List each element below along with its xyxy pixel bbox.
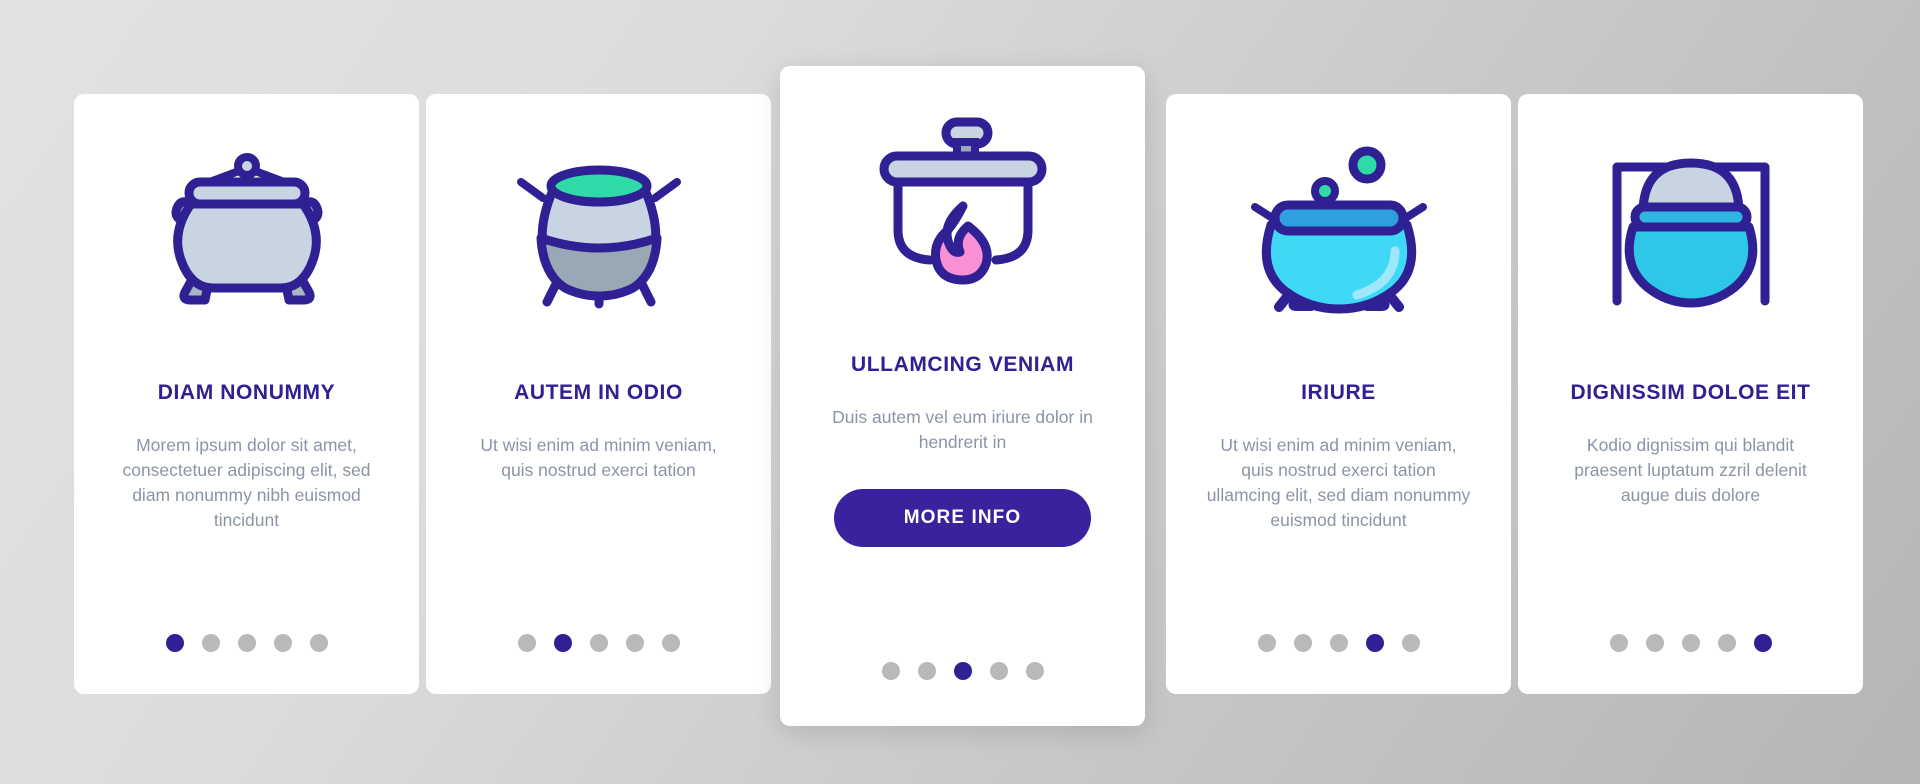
- pagination-dots[interactable]: [1518, 634, 1863, 652]
- card-title: ULLAMCING VENIAM: [850, 353, 1075, 376]
- pagination-dot[interactable]: [165, 634, 184, 652]
- pagination-dot[interactable]: [989, 662, 1008, 680]
- card-description: Duis autem vel eum iriure dolor in hendr…: [832, 407, 1093, 453]
- onboarding-card-1[interactable]: DIAM NONUMMY Morem ipsum dolor sit amet,…: [74, 94, 419, 694]
- card-description: Ut wisi enim ad minim veniam, quis nostr…: [480, 435, 717, 481]
- pagination-dot[interactable]: [1025, 662, 1044, 680]
- onboarding-card-5[interactable]: DIGNISSIM DOLOE EIT Kodio dignissim qui …: [1518, 94, 1863, 694]
- card-description: Ut wisi enim ad minim veniam, quis nostr…: [1206, 435, 1471, 530]
- more-info-button[interactable]: MORE INFO: [834, 488, 1091, 547]
- pagination-dots[interactable]: [1166, 634, 1511, 652]
- pagination-dot[interactable]: [881, 662, 900, 680]
- pagination-dot[interactable]: [1609, 634, 1628, 652]
- pagination-dot[interactable]: [553, 634, 572, 652]
- pagination-dot[interactable]: [661, 634, 680, 652]
- card-description: Kodio dignissim qui blandit praesent lup…: [1574, 435, 1807, 505]
- pagination-dot[interactable]: [1365, 634, 1384, 652]
- pagination-dots[interactable]: [74, 634, 419, 652]
- pagination-dot[interactable]: [1293, 634, 1312, 652]
- pagination-dot[interactable]: [625, 634, 644, 652]
- pagination-dot[interactable]: [273, 634, 292, 652]
- card-title: AUTEM IN ODIO: [514, 381, 683, 404]
- pagination-dot[interactable]: [1329, 634, 1348, 652]
- pagination-dot[interactable]: [953, 662, 972, 680]
- bubbling-cauldron-icon: [1166, 94, 1511, 364]
- pagination-dot[interactable]: [201, 634, 220, 652]
- pagination-dots[interactable]: [426, 634, 771, 652]
- card-title: DIGNISSIM DOLOE EIT: [1570, 381, 1811, 404]
- card-title: DIAM NONUMMY: [157, 381, 336, 404]
- pagination-dot[interactable]: [237, 634, 256, 652]
- pagination-dot[interactable]: [1257, 634, 1276, 652]
- pagination-dot[interactable]: [309, 634, 328, 652]
- pagination-dot[interactable]: [1681, 634, 1700, 652]
- cauldron-with-lid-icon: [74, 94, 419, 364]
- onboarding-card-2[interactable]: AUTEM IN ODIO Ut wisi enim ad minim veni…: [426, 94, 771, 694]
- pagination-dot[interactable]: [517, 634, 536, 652]
- pot-on-fire-icon: [780, 66, 1145, 338]
- pagination-dot[interactable]: [1401, 634, 1420, 652]
- pagination-dots[interactable]: [780, 662, 1145, 680]
- pagination-dot[interactable]: [589, 634, 608, 652]
- pagination-dot[interactable]: [1645, 634, 1664, 652]
- pagination-dot[interactable]: [917, 662, 936, 680]
- hanging-cauldron-icon: [1518, 94, 1863, 364]
- pagination-dot[interactable]: [1753, 634, 1772, 652]
- cauldron-green-brew-icon: [426, 94, 771, 364]
- card-description: Morem ipsum dolor sit amet, consectetuer…: [122, 435, 371, 530]
- onboarding-card-4[interactable]: IRIURE Ut wisi enim ad minim veniam, qui…: [1166, 94, 1511, 694]
- onboarding-card-3[interactable]: ULLAMCING VENIAM Duis autem vel eum iriu…: [780, 66, 1145, 726]
- card-title: IRIURE: [1301, 381, 1376, 404]
- onboarding-screens-stage: DIAM NONUMMY Morem ipsum dolor sit amet,…: [0, 0, 1920, 784]
- pagination-dot[interactable]: [1717, 634, 1736, 652]
